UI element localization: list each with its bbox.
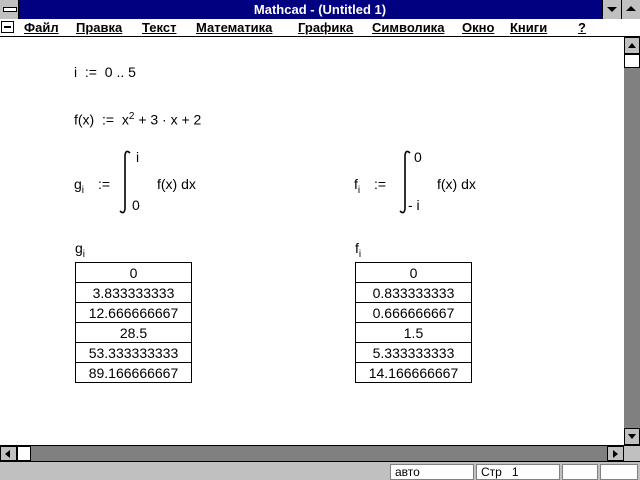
worksheet[interactable]: i := 0 .. 5 f(x) := x2 + 3 · x + 2 gi :=… (0, 37, 624, 445)
f-integral-definition[interactable]: fi := 0 - i f(x) dx (354, 149, 534, 219)
table-cell: 1.5 (355, 322, 472, 343)
maximize-button[interactable] (621, 0, 640, 19)
window-title: Mathcad - (Untitled 1) (253, 2, 387, 17)
horizontal-scroll-thumb[interactable] (17, 446, 31, 461)
f-table-header: fi (355, 240, 361, 260)
table-cell: 5.333333333 (355, 342, 472, 363)
function-remaining-terms: + 3 · x + 2 (138, 111, 202, 128)
title-bar: Mathcad - (Untitled 1) (0, 0, 640, 19)
f-integrand: f(x) dx (437, 176, 476, 192)
f-header-subscript: i (358, 248, 362, 260)
arrow-down-icon (628, 434, 636, 439)
function-name: f(x) (74, 111, 95, 128)
scroll-right-button[interactable] (607, 446, 624, 461)
horizontal-scrollbar[interactable] (0, 445, 640, 461)
table-cell: 3.833333333 (75, 282, 192, 303)
table-row: 0.833333333 (355, 282, 472, 303)
menu-books[interactable]: Книги (510, 20, 547, 35)
f-subscript: i (357, 184, 361, 196)
menu-bar: Файл Правка Текст Математика Графика Сим… (0, 19, 640, 37)
calc-mode-indicator: авто (390, 464, 474, 480)
table-cell: 28.5 (75, 322, 192, 343)
menu-help[interactable]: ? (578, 20, 586, 35)
integral-sign-icon (119, 150, 131, 214)
function-definition[interactable]: f(x) := x2 + 3 · x + 2 (74, 111, 201, 128)
g-name: g (74, 176, 82, 192)
table-cell: 0 (355, 262, 472, 283)
menu-symbolics[interactable]: Символика (372, 20, 444, 35)
vertical-scroll-thumb[interactable] (624, 54, 640, 68)
menu-text[interactable]: Текст (142, 20, 176, 35)
table-row: 28.5 (75, 322, 192, 343)
g-result-table[interactable]: 0 3.833333333 12.666666667 28.5 53.33333… (75, 262, 192, 383)
scroll-up-button[interactable] (624, 37, 640, 54)
g-header-subscript: i (82, 248, 86, 260)
scrollbar-corner (624, 446, 640, 461)
table-row: 53.333333333 (75, 342, 192, 363)
vertical-scrollbar[interactable] (624, 37, 640, 445)
assign-operator: := (98, 111, 118, 128)
table-cell: 0.833333333 (355, 282, 472, 303)
g-integrand: f(x) dx (157, 176, 196, 192)
menu-graphics[interactable]: Графика (298, 20, 353, 35)
status-bar: авто Стр 1 (0, 461, 640, 480)
g-integral-definition[interactable]: gi := i 0 f(x) dx (74, 149, 254, 219)
table-row: 12.666666667 (75, 302, 192, 323)
menu-window[interactable]: Окно (462, 20, 494, 35)
g-table-header: gi (75, 240, 85, 260)
table-row: 3.833333333 (75, 282, 192, 303)
minimize-icon (607, 7, 617, 12)
status-cell-empty-1 (562, 464, 598, 480)
arrow-right-icon (613, 450, 618, 458)
g-header-name: g (75, 240, 83, 256)
table-row: 89.166666667 (75, 362, 192, 383)
status-cell-empty-2 (600, 464, 638, 480)
f-result-table[interactable]: 0 0.833333333 0.666666667 1.5 5.33333333… (355, 262, 472, 383)
assign-operator: := (98, 176, 111, 192)
g-upper-limit: i (136, 149, 140, 165)
table-cell: 89.166666667 (75, 362, 192, 383)
f-upper-limit: 0 (414, 149, 422, 165)
table-row: 5.333333333 (355, 342, 472, 363)
table-cell: 12.666666667 (75, 302, 192, 323)
arrow-left-icon (5, 450, 10, 458)
menu-math[interactable]: Математика (196, 20, 272, 35)
menu-file[interactable]: Файл (24, 20, 59, 35)
maximize-icon (626, 6, 636, 11)
table-row: 0 (355, 262, 472, 283)
function-term-x: x (121, 111, 129, 128)
function-exponent: 2 (128, 111, 135, 122)
assign-operator: := (81, 64, 101, 80)
document-system-menu-button[interactable] (1, 21, 14, 33)
g-subscript: i (81, 184, 85, 196)
range-value: 0 .. 5 (104, 64, 136, 80)
table-cell: 53.333333333 (75, 342, 192, 363)
assign-operator: := (374, 176, 387, 192)
minimize-button[interactable] (602, 0, 621, 19)
scroll-down-button[interactable] (624, 428, 640, 445)
page-indicator: Стр 1 (476, 464, 560, 480)
table-cell: 14.166666667 (355, 362, 472, 383)
table-cell: 0 (75, 262, 192, 283)
arrow-up-icon (628, 43, 636, 48)
table-row: 0 (75, 262, 192, 283)
table-row: 1.5 (355, 322, 472, 343)
scroll-left-button[interactable] (0, 446, 17, 461)
range-variable: i (74, 64, 78, 80)
table-cell: 0.666666667 (355, 302, 472, 323)
f-lower-limit: - i (408, 197, 420, 213)
range-definition[interactable]: i := 0 .. 5 (74, 64, 136, 80)
g-lower-limit: 0 (132, 197, 140, 213)
menu-edit[interactable]: Правка (76, 20, 122, 35)
table-row: 14.166666667 (355, 362, 472, 383)
table-row: 0.666666667 (355, 302, 472, 323)
